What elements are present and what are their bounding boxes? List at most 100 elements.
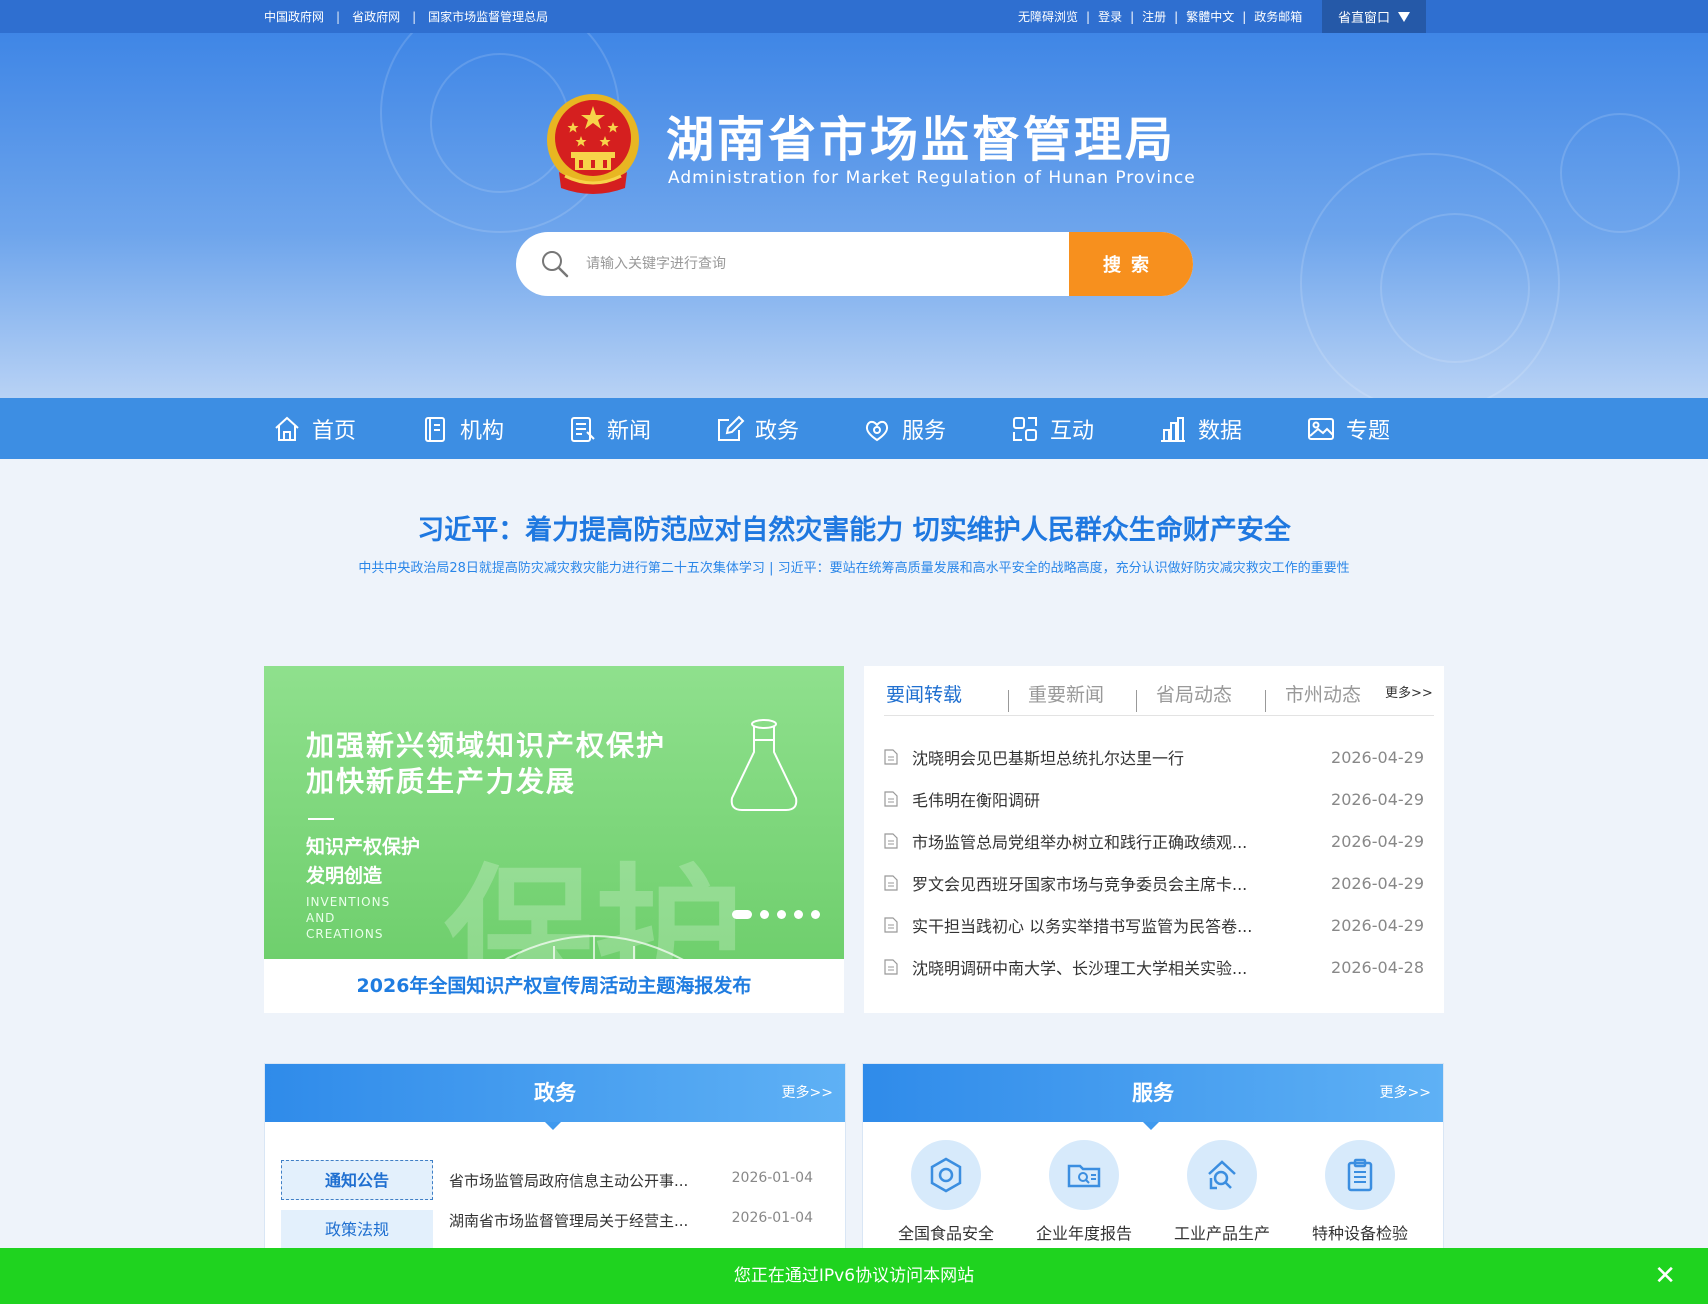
top-bar: 中国政府网 | 省政府网 | 国家市场监督管理总局 无障碍浏览 | 登录 | 注… (0, 0, 1708, 33)
service-food-safety[interactable]: 全国食品安全 (877, 1140, 1015, 1244)
nav-item-label: 新闻 (607, 418, 652, 444)
news-item[interactable]: 沈晓明调研中南大学、长沙理工大学相关实验... 2026-04-28 (884, 946, 1424, 988)
banner-image[interactable]: 保护 加强新兴领域知识产权保护 加快新质生产力发展 知识产权保护 发明创造 IN… (264, 666, 844, 959)
service-icon-circle (1325, 1140, 1395, 1210)
banner-caption[interactable]: 2026年全国知识产权宣传周活动主题海报发布 (264, 959, 844, 1013)
news-item[interactable]: 实干担当践初心 以务实举措书写监管为民答卷... 2026-04-29 (884, 904, 1424, 946)
link-gov-cn[interactable]: 中国政府网 (264, 8, 324, 25)
news-item[interactable]: 罗文会见西班牙国家市场与竞争委员会主席卡... 2026-04-29 (884, 862, 1424, 904)
peony-decoration (1380, 213, 1530, 363)
document-icon (884, 875, 898, 891)
search-icon (542, 251, 569, 278)
document-icon (884, 959, 898, 975)
link-traditional-chinese[interactable]: 繁體中文 (1186, 8, 1234, 25)
news-panel: 要闻转载 重要新闻 省局动态 市州动态 更多>> 沈晓明会见巴基斯坦总统扎尔达里… (864, 666, 1444, 1013)
tab-notices[interactable]: 通知公告 (281, 1160, 433, 1200)
link-register[interactable]: 注册 (1142, 8, 1166, 25)
carousel-dot[interactable] (794, 910, 803, 919)
nav-item-label: 政务 (755, 418, 800, 444)
folder-search-icon (1067, 1164, 1101, 1188)
carousel-dot-active[interactable] (732, 910, 752, 919)
service-label: 企业年度报告 (1035, 1224, 1132, 1243)
services-panel: 服务 更多>> 全国食品安全 企业年度报告 工业产品生产 特种设备检验 (862, 1063, 1444, 1263)
carousel-dot[interactable] (777, 910, 786, 919)
tab-policies[interactable]: 政策法规 (281, 1210, 433, 1250)
tab-city-updates[interactable]: 市州动态 (1285, 680, 1361, 707)
news-title: 沈晓明调研中南大学、长沙理工大学相关实验... (912, 959, 1248, 978)
list-item[interactable]: 湖南省市场监督管理局关于经营主... 2026-01-04 (449, 1210, 829, 1231)
nav-item-government-affairs[interactable]: 政务 (715, 398, 799, 459)
carousel-pagination (732, 910, 820, 919)
panel-more-link[interactable]: 更多>> (782, 1082, 833, 1102)
service-annual-report[interactable]: 企业年度报告 (1015, 1140, 1153, 1244)
panel-title: 服务 (1132, 1081, 1174, 1105)
provincial-window-dropdown[interactable]: 省直窗口 (1322, 0, 1426, 33)
service-label: 工业产品生产 (1173, 1224, 1270, 1243)
banner-line-3: 知识产权保护 (306, 836, 421, 858)
nav-item-home[interactable]: 首页 (272, 398, 356, 459)
headline-subtitle[interactable]: 中共中央政治局28日就提高防灾减灾救灾能力进行第二十五次集体学习 | 习近平：要… (0, 557, 1708, 576)
nav-item-interaction[interactable]: 互动 (1010, 398, 1094, 459)
link-samr[interactable]: 国家市场监督管理总局 (428, 8, 548, 25)
list-item-title: 湖南省市场监督管理局关于经营主... (449, 1212, 689, 1230)
news-title: 市场监管总局党组举办树立和践行正确政绩观... (912, 833, 1248, 852)
factory-icon (1208, 1160, 1236, 1190)
tab-separator (1008, 690, 1009, 712)
link-province-gov[interactable]: 省政府网 (352, 8, 400, 25)
site-title: 湖南省市场监督管理局 (666, 112, 1177, 168)
separator: | (1130, 9, 1135, 24)
hexagon-icon (930, 1157, 962, 1193)
top-links-right: 无障碍浏览 | 登录 | 注册 | 繁體中文 | 政务邮箱 (1018, 0, 1302, 33)
nav-item-services[interactable]: 服务 (862, 398, 946, 459)
site-subtitle-en: Administration for Market Regulation of … (668, 168, 1196, 188)
banner-en-line: AND (306, 911, 336, 925)
banner-divider (308, 818, 334, 820)
home-icon (275, 416, 299, 441)
panel-header: 服务 更多>> (863, 1064, 1443, 1130)
interact-icon (1013, 416, 1037, 441)
nav-item-data[interactable]: 数据 (1158, 398, 1242, 459)
link-gov-mail[interactable]: 政务邮箱 (1254, 8, 1302, 25)
news-date: 2026-04-29 (1331, 915, 1424, 935)
news-more-link[interactable]: 更多>> (1385, 682, 1433, 701)
news-icon (571, 416, 595, 442)
news-tabs: 要闻转载 重要新闻 省局动态 市州动态 (884, 680, 1434, 716)
link-accessibility[interactable]: 无障碍浏览 (1018, 8, 1078, 25)
close-icon[interactable]: ✕ (1654, 1248, 1676, 1304)
tab-headline-news[interactable]: 要闻转载 (886, 680, 962, 707)
banner-line-1: 加强新兴领域知识产权保护 (306, 729, 667, 762)
tab-separator (1265, 690, 1266, 712)
news-list: 沈晓明会见巴基斯坦总统扎尔达里一行 2026-04-29 毛伟明在衡阳调研 20… (884, 736, 1424, 988)
panel-more-link[interactable]: 更多>> (1380, 1082, 1431, 1102)
nav-item-topics[interactable]: 专题 (1306, 398, 1390, 459)
nav-item-label: 数据 (1198, 418, 1243, 444)
service-special-equipment[interactable]: 特种设备检验 (1291, 1140, 1429, 1244)
tab-important-news[interactable]: 重要新闻 (1028, 680, 1104, 707)
ipv6-notice-bar: 您正在通过IPv6协议访问本网站 ✕ (0, 1248, 1708, 1304)
image-icon (1308, 417, 1334, 440)
nav-item-label: 服务 (902, 418, 947, 444)
clipboard-icon (1347, 1158, 1373, 1192)
nav-item-label: 机构 (460, 418, 505, 444)
nav-item-news[interactable]: 新闻 (567, 398, 651, 459)
news-item[interactable]: 市场监管总局党组举办树立和践行正确政绩观... 2026-04-29 (884, 820, 1424, 862)
tab-provincial-updates[interactable]: 省局动态 (1156, 680, 1232, 707)
nav-item-organization[interactable]: 机构 (420, 398, 504, 459)
search-button[interactable]: 搜索 (1069, 232, 1193, 296)
panel-header: 政务 更多>> (265, 1064, 845, 1130)
nav-item-label: 专题 (1346, 418, 1391, 444)
edit-icon (718, 415, 745, 441)
carousel-dot[interactable] (811, 910, 820, 919)
carousel-dot[interactable] (760, 910, 769, 919)
list-item[interactable]: 省市场监管局政府信息主动公开事... 2026-01-04 (449, 1170, 829, 1191)
service-industrial-production[interactable]: 工业产品生产 (1153, 1140, 1291, 1244)
news-item[interactable]: 沈晓明会见巴基斯坦总统扎尔达里一行 2026-04-29 (884, 736, 1424, 778)
search-bar: 搜索 (516, 232, 1193, 296)
hero-banner (0, 33, 1708, 398)
separator: | (336, 9, 341, 24)
news-item[interactable]: 毛伟明在衡阳调研 2026-04-29 (884, 778, 1424, 820)
search-input[interactable] (586, 244, 1046, 284)
service-label: 特种设备检验 (1311, 1224, 1408, 1243)
headline-title[interactable]: 习近平：着力提高防范应对自然灾害能力 切实维护人民群众生命财产安全 (0, 508, 1708, 547)
link-login[interactable]: 登录 (1098, 8, 1122, 25)
